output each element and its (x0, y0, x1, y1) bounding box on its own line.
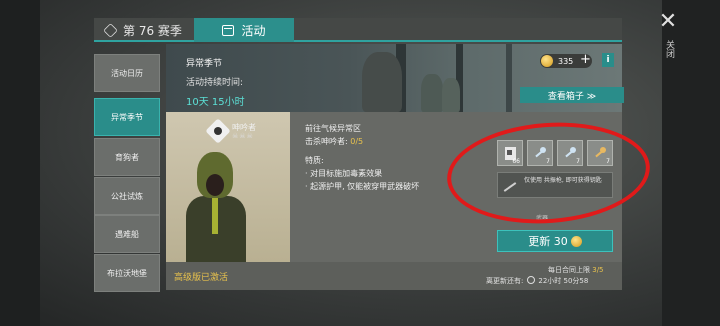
banner-figure (362, 52, 402, 112)
sidebar-item-label: 育狗者 (115, 152, 139, 162)
enemy-mouth (206, 174, 224, 196)
sidebar-item-anomaly-season[interactable]: 异常季节 (94, 98, 160, 136)
refresh-label: 更新 30 (528, 235, 568, 248)
sidebar-item-label: 异常季节 (111, 112, 143, 122)
tab-season-label: 第 76 赛季 (123, 23, 182, 38)
feature-armor: · 起源护甲, 仅能被穿甲武器破坏 (305, 182, 420, 191)
difficulty-skulls: ☠☠☠ (232, 132, 254, 140)
season-shield-icon (103, 22, 118, 38)
update-time: 22小时 50分58 (538, 277, 589, 285)
feature-toxin: · 对目标施加毒素效果 (305, 169, 383, 178)
duration-value: 10天 15小时 (186, 97, 245, 108)
update-label: 离更新还有: (486, 277, 524, 285)
kill-label: 击杀呻吟者: (305, 137, 351, 146)
coin-icon (570, 235, 582, 247)
tab-activity[interactable]: 活动 (194, 18, 294, 42)
kill-count: 0/5 (350, 137, 364, 146)
left-edge (0, 0, 40, 326)
add-coins-button[interactable]: + (580, 52, 591, 67)
sidebar-item-calendar[interactable]: 活动日历 (94, 54, 160, 92)
banner-figure (442, 78, 460, 112)
enemy-tube (212, 194, 218, 234)
sidebar-item-label: 遇难船 (115, 229, 139, 239)
limit-label: 每日合同上限 (548, 266, 590, 274)
tab-bar: 第 76 赛季 活动 (94, 18, 622, 42)
banner-figure (421, 74, 443, 112)
sidebar-item-label: 布拉沃地堡 (107, 268, 147, 278)
info-button[interactable]: i (602, 53, 614, 67)
coin-count: 335 (558, 56, 574, 66)
view-boxes-button[interactable]: 查看箱子 ≫ (520, 87, 624, 103)
tab-activity-label: 活动 (241, 23, 266, 38)
sidebar-item-label: 活动日历 (111, 68, 143, 78)
event-title: 异常季节 (186, 59, 223, 69)
sidebar-item-commune-trial[interactable]: 公社试炼 (94, 177, 160, 215)
sidebar-item-shipwreck[interactable]: 遇难船 (94, 215, 160, 253)
duration-label: 活动持续时间: (186, 78, 244, 88)
features-label: 特质: (305, 156, 324, 165)
sidebar-item-bravo-bunker[interactable]: 布拉沃地堡 (94, 254, 160, 292)
close-label[interactable]: 关闭 (660, 40, 676, 58)
calendar-icon (222, 24, 235, 36)
refresh-button[interactable]: 更新 30 (497, 230, 613, 252)
update-timer: 离更新还有: 22小时 50分58 (486, 276, 588, 286)
sidebar-item-dog-breeder[interactable]: 育狗者 (94, 138, 160, 176)
sidebar-item-label: 公社试炼 (111, 191, 143, 201)
daily-limit: 每日合同上限 3/5 (548, 265, 604, 275)
tab-season[interactable]: 第 76 赛季 (94, 18, 194, 42)
premium-activated: 高级版已激活 (174, 273, 229, 283)
mission-goal: 前往气候异常区 (305, 124, 361, 133)
coin-icon (541, 55, 553, 67)
mission-kill: 击杀呻吟者: 0/5 (305, 136, 363, 147)
tree-decoration (506, 44, 512, 112)
enemy-portrait (166, 112, 290, 262)
limit-value: 3/5 (592, 266, 604, 274)
clock-icon (527, 276, 536, 284)
skull-dot (214, 127, 222, 135)
close-icon[interactable]: ✕ (658, 11, 678, 33)
